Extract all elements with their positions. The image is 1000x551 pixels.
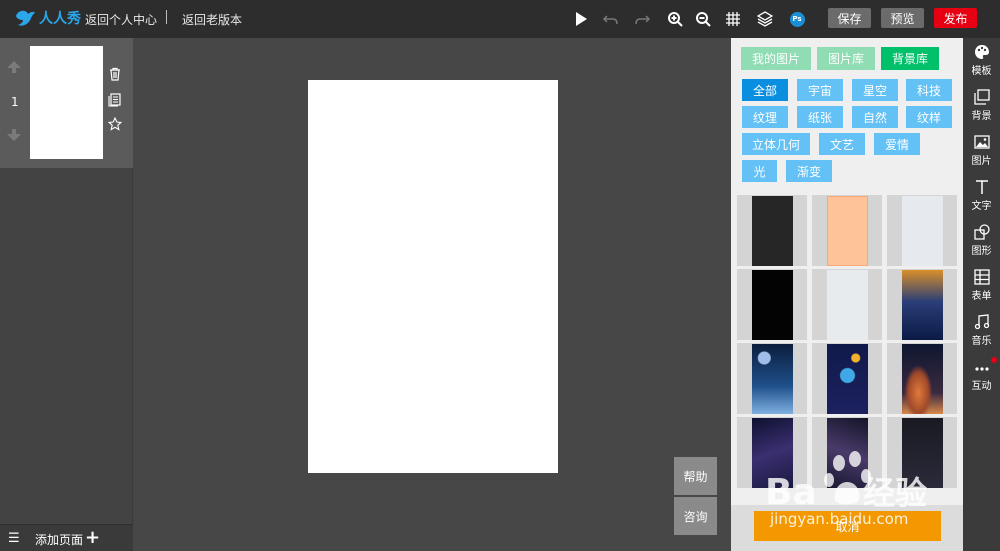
zoom-out-icon[interactable] <box>694 10 712 28</box>
background-thumbnail[interactable] <box>737 343 807 414</box>
form-icon <box>973 269 990 285</box>
notification-dot <box>991 357 997 363</box>
source-tabs: 我的图片 图片库 背景库 <box>741 47 945 70</box>
background-icon <box>973 89 990 105</box>
rail-label: 图片 <box>971 156 992 167</box>
background-thumbnail[interactable] <box>887 269 957 340</box>
shape-icon <box>973 224 990 240</box>
rail-label: 表单 <box>971 291 992 302</box>
tab-image-library[interactable]: 图片库 <box>817 47 876 70</box>
play-icon[interactable] <box>572 10 590 28</box>
grid-icon[interactable] <box>724 10 742 28</box>
background-thumbnail[interactable] <box>737 195 807 266</box>
rail-label: 背景 <box>971 111 992 122</box>
background-thumbnail[interactable] <box>812 343 882 414</box>
image-icon <box>973 135 990 149</box>
move-down-icon[interactable] <box>6 127 22 143</box>
background-panel: 我的图片 图片库 背景库 全部 宇宙 星空 科技 纹理 纸张 自然 纹样 立体几… <box>731 38 963 551</box>
move-up-icon[interactable] <box>6 59 22 75</box>
consult-button[interactable]: 咨询 <box>674 497 717 535</box>
tool-rail: 模板 背景 图片 文字 图形 表单 音乐 互动 <box>957 38 1000 551</box>
top-bar: 人人秀 返回个人中心 返回老版本 Ps 保存 预览 发布 <box>0 0 1000 38</box>
background-thumbnail[interactable] <box>812 269 882 340</box>
rail-label: 模板 <box>971 66 992 77</box>
rail-item-form[interactable]: 表单 <box>963 263 1000 307</box>
background-thumbnail[interactable] <box>812 417 882 488</box>
publish-button[interactable]: 发布 <box>934 8 977 28</box>
category-light[interactable]: 光 <box>742 160 777 182</box>
music-icon <box>974 314 989 330</box>
back-personal-link[interactable]: 返回个人中心 <box>85 11 157 28</box>
rail-item-image[interactable]: 图片 <box>963 128 1000 172</box>
page-list-panel: 1 ☰ 添加页面 + <box>0 38 133 551</box>
nav-divider <box>166 10 167 24</box>
logo-text: 人人秀 <box>39 11 81 27</box>
page-list-footer: ☰ 添加页面 + <box>0 524 133 551</box>
zoom-in-icon[interactable] <box>666 10 684 28</box>
copy-page-icon[interactable] <box>107 92 123 108</box>
cancel-button[interactable]: 取消 <box>754 511 941 541</box>
photoshop-icon[interactable]: Ps <box>788 10 806 28</box>
cancel-bar: 取消 <box>731 505 963 551</box>
page-item[interactable]: 1 <box>0 38 133 168</box>
background-thumbnail[interactable] <box>737 417 807 488</box>
page-number: 1 <box>11 95 19 109</box>
menu-icon[interactable]: ☰ <box>8 531 20 546</box>
palette-icon <box>974 45 989 59</box>
redo-icon[interactable] <box>634 10 652 28</box>
category-3d-geometry[interactable]: 立体几何 <box>742 133 810 155</box>
category-pattern[interactable]: 纹样 <box>906 106 952 128</box>
rail-label: 图形 <box>971 246 992 257</box>
category-technology[interactable]: 科技 <box>906 79 952 101</box>
tab-background-library[interactable]: 背景库 <box>881 47 940 70</box>
editor-canvas[interactable] <box>308 80 558 473</box>
category-love[interactable]: 爱情 <box>874 133 920 155</box>
plus-icon[interactable]: + <box>85 527 100 548</box>
category-all[interactable]: 全部 <box>742 79 788 101</box>
star-icon[interactable] <box>107 116 123 132</box>
category-texture[interactable]: 纹理 <box>742 106 788 128</box>
rail-item-background[interactable]: 背景 <box>963 83 1000 127</box>
rail-item-shape[interactable]: 图形 <box>963 218 1000 262</box>
save-button[interactable]: 保存 <box>828 8 871 28</box>
rail-item-music[interactable]: 音乐 <box>963 308 1000 352</box>
background-thumbnail[interactable] <box>887 195 957 266</box>
page-thumbnail[interactable] <box>30 46 103 159</box>
category-starry-sky[interactable]: 星空 <box>852 79 898 101</box>
background-thumbnail[interactable] <box>737 269 807 340</box>
rail-item-text[interactable]: 文字 <box>963 173 1000 217</box>
category-gradient[interactable]: 渐变 <box>786 160 832 182</box>
add-page-button[interactable]: 添加页面 <box>35 531 83 548</box>
background-thumbnail[interactable] <box>812 195 882 266</box>
category-literary[interactable]: 文艺 <box>819 133 865 155</box>
preview-button[interactable]: 预览 <box>881 8 924 28</box>
background-thumbnail[interactable] <box>887 343 957 414</box>
more-icon <box>974 367 989 371</box>
logo[interactable]: 人人秀 <box>14 8 81 28</box>
rail-label: 互动 <box>971 381 992 392</box>
back-old-version-link[interactable]: 返回老版本 <box>182 11 242 28</box>
rail-item-template[interactable]: 模板 <box>963 38 1000 82</box>
delete-icon[interactable] <box>107 66 123 82</box>
category-paper[interactable]: 纸张 <box>797 106 843 128</box>
category-nature[interactable]: 自然 <box>852 106 898 128</box>
tab-my-images[interactable]: 我的图片 <box>741 47 812 70</box>
layers-icon[interactable] <box>756 10 774 28</box>
rail-label: 音乐 <box>971 336 992 347</box>
category-universe[interactable]: 宇宙 <box>797 79 843 101</box>
text-icon <box>975 180 988 194</box>
undo-icon[interactable] <box>601 10 619 28</box>
ps-badge-text: Ps <box>789 11 805 27</box>
background-thumbnail[interactable] <box>887 417 957 488</box>
bird-logo-icon <box>16 10 35 26</box>
help-button[interactable]: 帮助 <box>674 457 717 495</box>
rail-label: 文字 <box>971 201 992 212</box>
